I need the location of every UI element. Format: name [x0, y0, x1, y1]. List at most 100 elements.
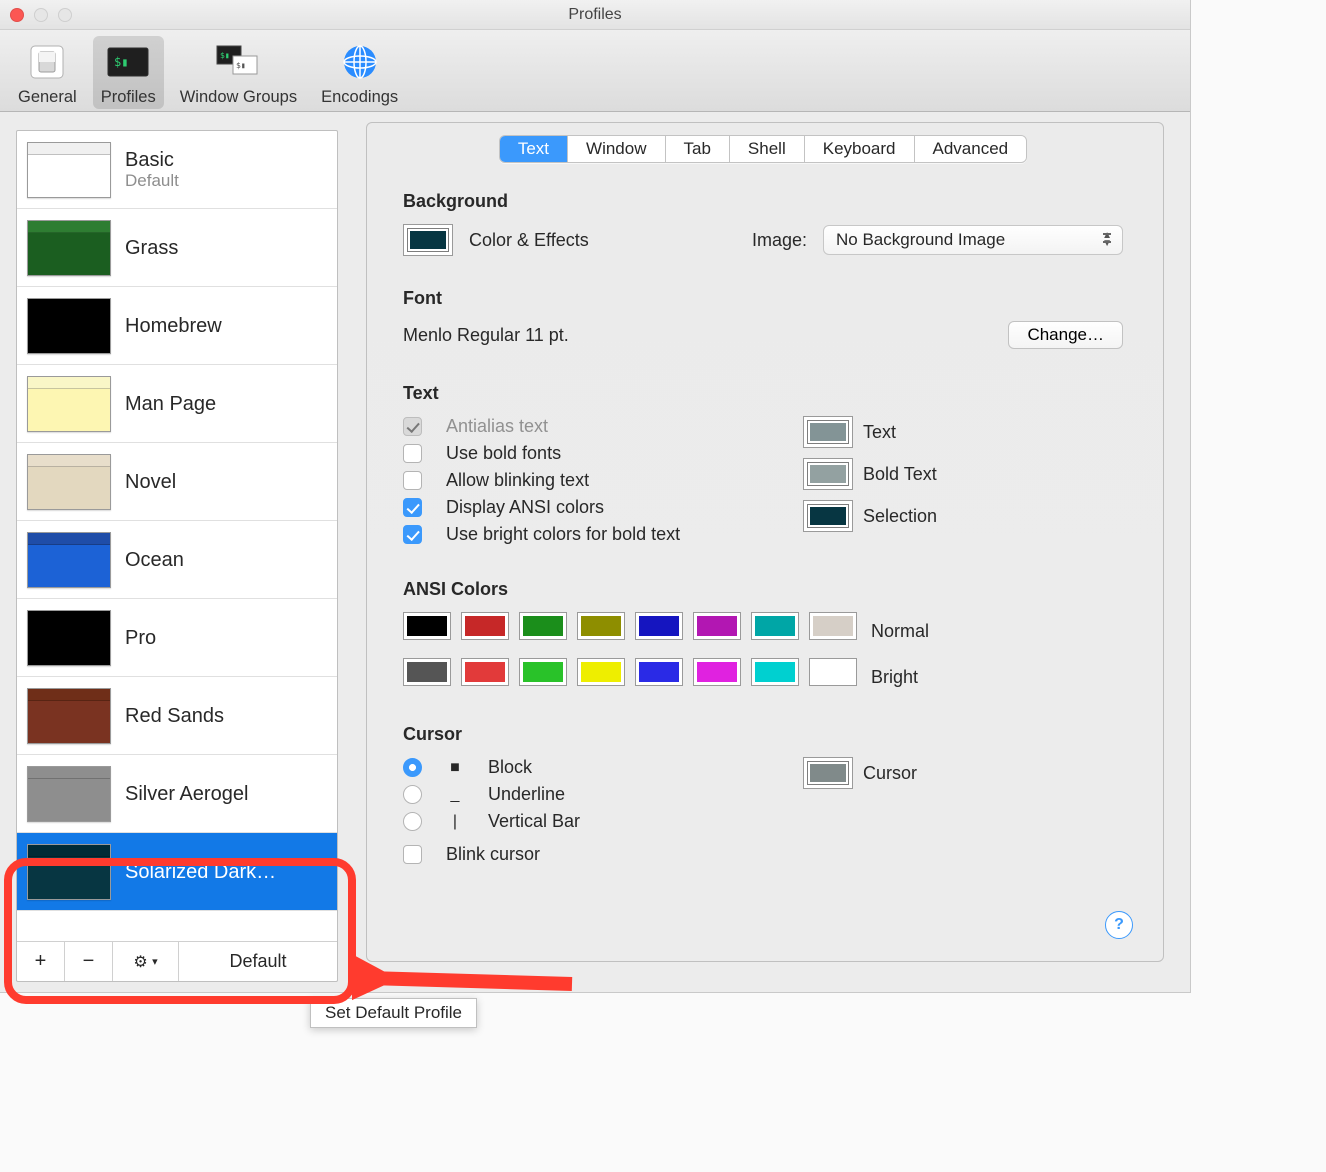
ansi-color-well[interactable]	[461, 658, 509, 686]
toolbar-window-groups[interactable]: $▮$▮ Window Groups	[172, 36, 305, 109]
profile-name: Homebrew	[125, 315, 222, 337]
tab-shell[interactable]: Shell	[730, 136, 805, 162]
profile-row[interactable]: Basic Default	[17, 131, 337, 209]
ansi-color-well[interactable]	[809, 612, 857, 640]
ansi-color-well[interactable]	[635, 612, 683, 640]
cursor-glyph-icon: _	[448, 786, 462, 804]
ansi-color-well[interactable]	[577, 658, 625, 686]
cursor-shape-label: Underline	[488, 784, 565, 805]
ansi-color-well[interactable]	[519, 658, 567, 686]
tab-keyboard[interactable]: Keyboard	[805, 136, 915, 162]
checkbox[interactable]	[403, 471, 422, 490]
ansi-normal-row	[403, 612, 857, 640]
gear-icon: ⚙︎	[133, 952, 147, 972]
switch-icon	[24, 40, 70, 84]
profile-name: Grass	[125, 237, 178, 259]
profile-row[interactable]: Solarized Dark…	[17, 833, 337, 911]
profile-row[interactable]: Red Sands	[17, 677, 337, 755]
svg-text:$▮: $▮	[114, 55, 128, 69]
globe-icon	[337, 40, 383, 84]
profiles-sidebar: Basic Default Grass Homebrew Man Page	[16, 130, 338, 982]
ansi-color-well[interactable]	[751, 658, 799, 686]
profiles-list[interactable]: Basic Default Grass Homebrew Man Page	[17, 131, 337, 941]
ansi-color-well[interactable]	[403, 658, 451, 686]
profile-row[interactable]: Novel	[17, 443, 337, 521]
ansi-color-well[interactable]	[461, 612, 509, 640]
profile-thumbnail	[27, 688, 111, 744]
minimize-window-icon[interactable]	[34, 8, 48, 22]
tab-tab[interactable]: Tab	[666, 136, 730, 162]
remove-profile-button[interactable]: −	[65, 942, 113, 981]
profile-thumbnail	[27, 532, 111, 588]
profile-row[interactable]: Homebrew	[17, 287, 337, 365]
window-title: Profiles	[0, 6, 1190, 24]
profile-thumbnail	[27, 298, 111, 354]
add-profile-button[interactable]: +	[17, 942, 65, 981]
cursor-glyph-icon: |	[448, 813, 462, 831]
ansi-color-well[interactable]	[693, 658, 741, 686]
profile-name: Novel	[125, 471, 176, 493]
image-label: Image:	[752, 230, 807, 251]
profile-name: Solarized Dark…	[125, 861, 276, 883]
change-font-button[interactable]: Change…	[1008, 321, 1123, 349]
checkbox[interactable]	[403, 498, 422, 517]
cursor-heading: Cursor	[403, 724, 1123, 745]
text-color-well[interactable]	[803, 416, 853, 448]
cursor-shape-options: ■ Block _ Underline | Vertical Bar	[403, 757, 803, 838]
profile-thumbnail	[27, 610, 111, 666]
cursor-shape-radio[interactable]	[403, 758, 422, 777]
ansi-color-well[interactable]	[751, 612, 799, 640]
ansi-heading: ANSI Colors	[403, 579, 1123, 600]
help-button[interactable]: ?	[1105, 911, 1133, 939]
ansi-color-well[interactable]	[693, 612, 741, 640]
ansi-color-well[interactable]	[519, 612, 567, 640]
background-color-swatch	[407, 228, 449, 252]
bold-color-label: Bold Text	[863, 464, 937, 485]
profile-actions-menu[interactable]: ⚙︎ ▾	[113, 942, 179, 981]
profile-row[interactable]: Pro	[17, 599, 337, 677]
ansi-color-well[interactable]	[635, 658, 683, 686]
profile-thumbnail	[27, 376, 111, 432]
background-image-select[interactable]: No Background Image ▲▼	[823, 225, 1123, 255]
profile-name: Silver Aerogel	[125, 783, 248, 805]
profile-row[interactable]: Silver Aerogel	[17, 755, 337, 833]
set-default-tooltip: Set Default Profile	[310, 998, 477, 1028]
profile-name: Ocean	[125, 549, 184, 571]
checkbox-label: Allow blinking text	[446, 470, 589, 491]
tab-text[interactable]: Text	[500, 136, 568, 162]
checkbox-label: Use bold fonts	[446, 443, 561, 464]
main-panel-wrap: TextWindowTabShellKeyboardAdvanced Backg…	[352, 112, 1190, 992]
profile-row[interactable]: Man Page	[17, 365, 337, 443]
toolbar-encodings[interactable]: Encodings	[313, 36, 406, 109]
profile-name: Red Sands	[125, 705, 224, 727]
profile-row[interactable]: Ocean	[17, 521, 337, 599]
toolbar-general[interactable]: General	[10, 36, 85, 109]
checkbox[interactable]	[403, 525, 422, 544]
background-color-well[interactable]	[403, 224, 453, 256]
cursor-color-well[interactable]	[803, 757, 853, 789]
bold-color-well[interactable]	[803, 458, 853, 490]
ansi-color-well[interactable]	[577, 612, 625, 640]
cursor-shape-radio[interactable]	[403, 785, 422, 804]
svg-text:$▮: $▮	[236, 61, 246, 70]
tab-advanced[interactable]: Advanced	[915, 136, 1027, 162]
ansi-color-well[interactable]	[403, 612, 451, 640]
svg-text:$▮: $▮	[220, 51, 230, 60]
tab-window[interactable]: Window	[568, 136, 665, 162]
profile-row[interactable]: Grass	[17, 209, 337, 287]
zoom-window-icon[interactable]	[58, 8, 72, 22]
preferences-window: Profiles General $▮ Profiles $▮ $▮ Window…	[0, 0, 1190, 992]
toolbar-profiles[interactable]: $▮ Profiles	[93, 36, 164, 109]
body: Basic Default Grass Homebrew Man Page	[0, 112, 1190, 992]
window-titlebar: Profiles	[0, 0, 1190, 30]
cursor-shape-radio[interactable]	[403, 812, 422, 831]
checkbox[interactable]	[403, 444, 422, 463]
ansi-color-well[interactable]	[809, 658, 857, 686]
close-window-icon[interactable]	[10, 8, 24, 22]
selection-color-well[interactable]	[803, 500, 853, 532]
terminal-icon: $▮	[105, 40, 151, 84]
text-heading: Text	[403, 383, 1123, 404]
set-default-button[interactable]: Default	[179, 942, 337, 981]
text-color-column: Text Bold Text Selection	[803, 416, 1123, 551]
blink-cursor-checkbox[interactable]	[403, 845, 422, 864]
